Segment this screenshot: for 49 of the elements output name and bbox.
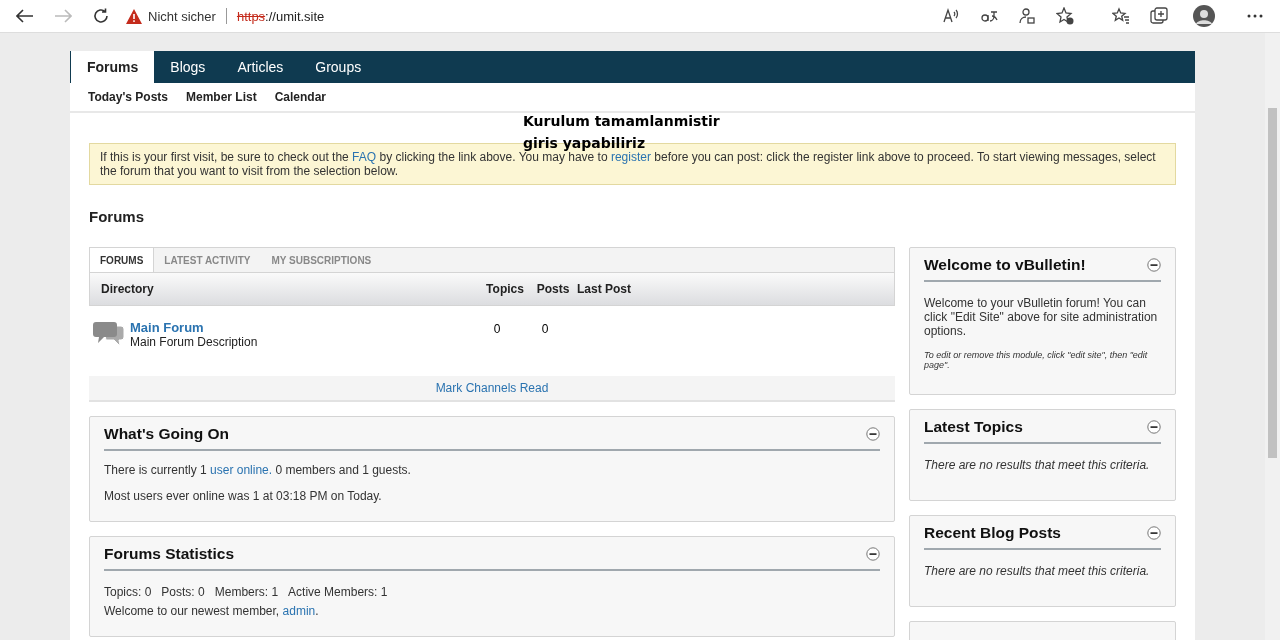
stat-text: Members: 1 [214,585,279,599]
mark-read-link[interactable]: Mark Channels Read [435,381,549,395]
nav-tab[interactable]: Blogs [154,51,222,83]
widget-text: Welcome to your vBulletin forum! You can click "Edit Site" above for site administration options. [924,296,1159,338]
collapse-icon[interactable] [1147,420,1161,434]
column-header: Topics [485,282,525,296]
warning-icon [126,8,142,24]
page-title: Forums [89,208,145,225]
column-header: Last Post [577,282,632,296]
forum-tab[interactable]: FORUMS [90,248,155,272]
widget-text: There is currently 1 user online. 0 members and 1 guests. [104,463,412,477]
security-label[interactable]: Nicht sicher [148,8,216,24]
column-header: Directory [101,282,155,296]
posts-count: 0 [540,321,550,338]
widget-title: Latest Topics [924,418,1023,436]
sub-nav-link[interactable]: Calendar [274,90,327,104]
text-link[interactable]: register [610,150,651,164]
stat-text: Topics: 0 [104,585,152,599]
widget-title: Forums Statistics [104,545,235,563]
collapse-icon[interactable] [866,427,880,441]
widget-note: To edit or remove this module, click "edit site", then "edit page". [924,350,1149,372]
collapse-icon[interactable] [1147,258,1161,272]
nav-tab[interactable]: Forums [71,51,155,83]
forum-link[interactable]: Main Forum [130,320,204,335]
collapse-icon[interactable] [866,547,880,561]
collapse-icon[interactable] [1147,526,1161,540]
widget-title: What's Going On [104,425,230,443]
column-header: Posts [535,282,571,296]
text-link[interactable]: user online. [210,463,273,477]
scrollbar[interactable] [1265,33,1280,640]
speech-bubbles-icon [93,320,125,348]
stat-text: Posts: 0 [161,585,205,599]
avatar-icon[interactable] [1192,4,1216,28]
widget-text: Most users ever online was 1 at 03:18 PM on Today. [104,489,383,503]
overlay-note: Kurulum tamamlanmistir giris yapabiliriz [523,112,720,152]
sub-nav-link[interactable]: Member List [186,90,257,104]
widget-title: Welcome to vBulletin! [924,256,1086,274]
url-text[interactable]: https://umit.site [236,8,325,24]
text-link[interactable]: FAQ [352,150,377,164]
forum-description: Main Forum Description [130,335,258,349]
nav-tab[interactable]: Articles [221,51,300,83]
empty-message: There are no results that meet this criteria. [924,458,1151,474]
stat-text: Active Members: 1 [288,585,388,599]
widget-text: Welcome to our newest member, admin. [104,604,320,618]
widget-title: Recent Blog Posts [924,524,1061,542]
nav-tab[interactable]: Groups [299,51,378,83]
empty-message: There are no results that meet this criteria. [924,564,1151,580]
sub-nav-link[interactable]: Today's Posts [88,90,168,104]
topics-count: 0 [492,321,502,338]
